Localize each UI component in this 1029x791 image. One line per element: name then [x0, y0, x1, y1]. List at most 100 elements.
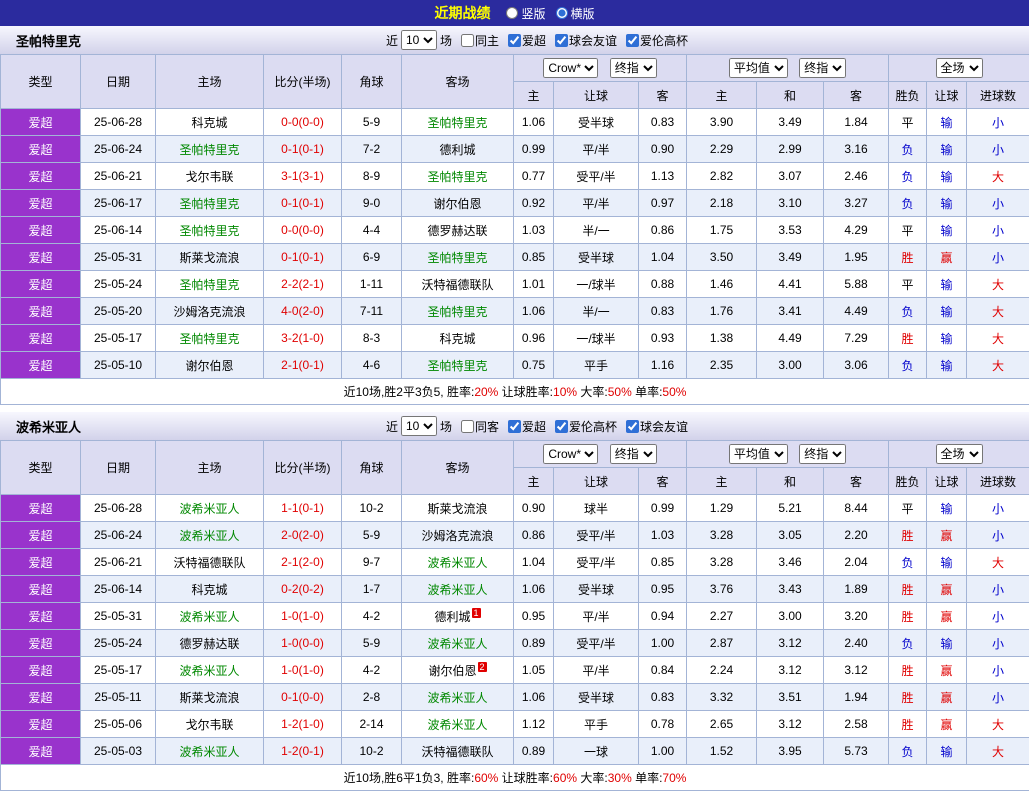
fulltime-select[interactable]: 全场	[936, 58, 983, 78]
away-team[interactable]: 沙姆洛克流浪	[402, 522, 514, 549]
away-team[interactable]: 圣帕特里克	[402, 352, 514, 379]
average-odds-select[interactable]: 平均值	[729, 444, 788, 464]
match-result: 胜	[889, 603, 927, 630]
handicap-result: 输	[927, 190, 967, 217]
league-filter-1[interactable]: 球会友谊	[549, 32, 617, 49]
euro-odds-time-select[interactable]: 终指	[799, 58, 846, 78]
handicap-result: 输	[927, 495, 967, 522]
layout-option-vertical[interactable]: 竖版	[506, 5, 545, 22]
euro-away-col: 客	[824, 468, 889, 495]
home-team[interactable]: 波希米亚人	[156, 522, 264, 549]
league-filter-0-checkbox[interactable]	[508, 420, 521, 433]
away-team[interactable]: 波希米亚人	[402, 576, 514, 603]
away-team[interactable]: 圣帕特里克	[402, 298, 514, 325]
match-row: 爱超25-06-14科克城0-2(0-2)1-7波希米亚人1.06受半球0.95…	[1, 576, 1029, 603]
euro-home-odds: 2.65	[687, 711, 757, 738]
league-filter-1-checkbox[interactable]	[555, 34, 568, 47]
corners-cell: 4-2	[342, 603, 402, 630]
home-team[interactable]: 圣帕特里克	[156, 190, 264, 217]
away-team[interactable]: 谢尔伯恩2	[402, 657, 514, 684]
match-result: 负	[889, 136, 927, 163]
league-cell: 爱超	[1, 190, 81, 217]
home-team[interactable]: 谢尔伯恩	[156, 352, 264, 379]
vertical-layout-radio[interactable]	[506, 7, 518, 19]
away-team[interactable]: 圣帕特里克	[402, 244, 514, 271]
league-filter-0-label: 爱超	[522, 32, 546, 49]
goals-result: 小	[967, 522, 1029, 549]
match-result: 平	[889, 109, 927, 136]
same-venue-filter[interactable]: 同客	[455, 418, 499, 435]
home-team[interactable]: 波希米亚人	[156, 603, 264, 630]
home-team[interactable]: 圣帕特里克	[156, 271, 264, 298]
home-team[interactable]: 圣帕特里克	[156, 217, 264, 244]
home-team[interactable]: 波希米亚人	[156, 738, 264, 765]
home-team[interactable]: 沙姆洛克流浪	[156, 298, 264, 325]
home-team[interactable]: 沃特福德联队	[156, 549, 264, 576]
away-team[interactable]: 德利城	[402, 136, 514, 163]
asian-odds-time-select[interactable]: 终指	[610, 444, 657, 464]
home-team[interactable]: 戈尔韦联	[156, 711, 264, 738]
bookmaker-select[interactable]: Crow*	[543, 444, 598, 464]
league-filter-0-checkbox[interactable]	[508, 34, 521, 47]
league-filter-2[interactable]: 球会友谊	[620, 418, 688, 435]
league-filter-0[interactable]: 爱超	[502, 32, 546, 49]
match-score: 2-1(0-1)	[264, 352, 342, 379]
away-team[interactable]: 科克城	[402, 325, 514, 352]
league-filter-2[interactable]: 爱伦高杯	[620, 32, 688, 49]
euro-odds-time-select[interactable]: 终指	[799, 444, 846, 464]
same-venue-filter[interactable]: 同主	[455, 32, 499, 49]
home-team[interactable]: 波希米亚人	[156, 657, 264, 684]
away-team[interactable]: 谢尔伯恩	[402, 190, 514, 217]
home-team[interactable]: 德罗赫达联	[156, 630, 264, 657]
home-team[interactable]: 斯莱戈流浪	[156, 684, 264, 711]
goals-result: 小	[967, 576, 1029, 603]
same-venue-checkbox[interactable]	[461, 420, 474, 433]
away-team[interactable]: 德利城1	[402, 603, 514, 630]
away-team[interactable]: 波希米亚人	[402, 630, 514, 657]
corners-cell: 8-3	[342, 325, 402, 352]
away-team[interactable]: 波希米亚人	[402, 684, 514, 711]
league-filter-1-checkbox[interactable]	[555, 420, 568, 433]
asian-away-odds: 1.03	[639, 522, 687, 549]
match-result: 平	[889, 271, 927, 298]
result-group: 全场	[889, 55, 1029, 82]
home-team[interactable]: 波希米亚人	[156, 495, 264, 522]
home-team[interactable]: 戈尔韦联	[156, 163, 264, 190]
away-team[interactable]: 沃特福德联队	[402, 271, 514, 298]
league-filter-0[interactable]: 爱超	[502, 418, 546, 435]
league-filter-2-checkbox[interactable]	[626, 34, 639, 47]
team-name: 圣帕特里克	[16, 31, 81, 50]
league-filter-2-checkbox[interactable]	[626, 420, 639, 433]
recent-count-select[interactable]: 10	[401, 30, 437, 50]
home-team[interactable]: 斯莱戈流浪	[156, 244, 264, 271]
match-row: 爱超25-06-28波希米亚人1-1(0-1)10-2斯莱戈流浪0.90球半0.…	[1, 495, 1029, 522]
league-filter-1[interactable]: 爱伦高杯	[549, 418, 617, 435]
euro-draw-odds: 3.07	[757, 163, 824, 190]
home-team[interactable]: 科克城	[156, 576, 264, 603]
average-odds-select[interactable]: 平均值	[729, 58, 788, 78]
fulltime-select[interactable]: 全场	[936, 444, 983, 464]
asian-home-odds: 0.86	[514, 522, 554, 549]
away-team[interactable]: 波希米亚人	[402, 711, 514, 738]
summary-text: 50%	[662, 385, 686, 399]
bookmaker-select[interactable]: Crow*	[543, 58, 598, 78]
away-team[interactable]: 波希米亚人	[402, 549, 514, 576]
home-team[interactable]: 圣帕特里克	[156, 136, 264, 163]
horizontal-layout-radio[interactable]	[556, 7, 568, 19]
away-team[interactable]: 沃特福德联队	[402, 738, 514, 765]
away-team[interactable]: 斯莱戈流浪	[402, 495, 514, 522]
asian-handicap: 受半球	[554, 576, 639, 603]
away-team[interactable]: 圣帕特里克	[402, 109, 514, 136]
away-team[interactable]: 德罗赫达联	[402, 217, 514, 244]
home-team[interactable]: 圣帕特里克	[156, 325, 264, 352]
euro-draw-col: 和	[757, 82, 824, 109]
layout-option-horizontal[interactable]: 横版	[556, 5, 595, 22]
match-result: 胜	[889, 522, 927, 549]
away-team[interactable]: 圣帕特里克	[402, 163, 514, 190]
match-result: 负	[889, 352, 927, 379]
home-team[interactable]: 科克城	[156, 109, 264, 136]
same-venue-checkbox[interactable]	[461, 34, 474, 47]
match-result: 胜	[889, 684, 927, 711]
recent-count-select[interactable]: 10	[401, 416, 437, 436]
asian-odds-time-select[interactable]: 终指	[610, 58, 657, 78]
